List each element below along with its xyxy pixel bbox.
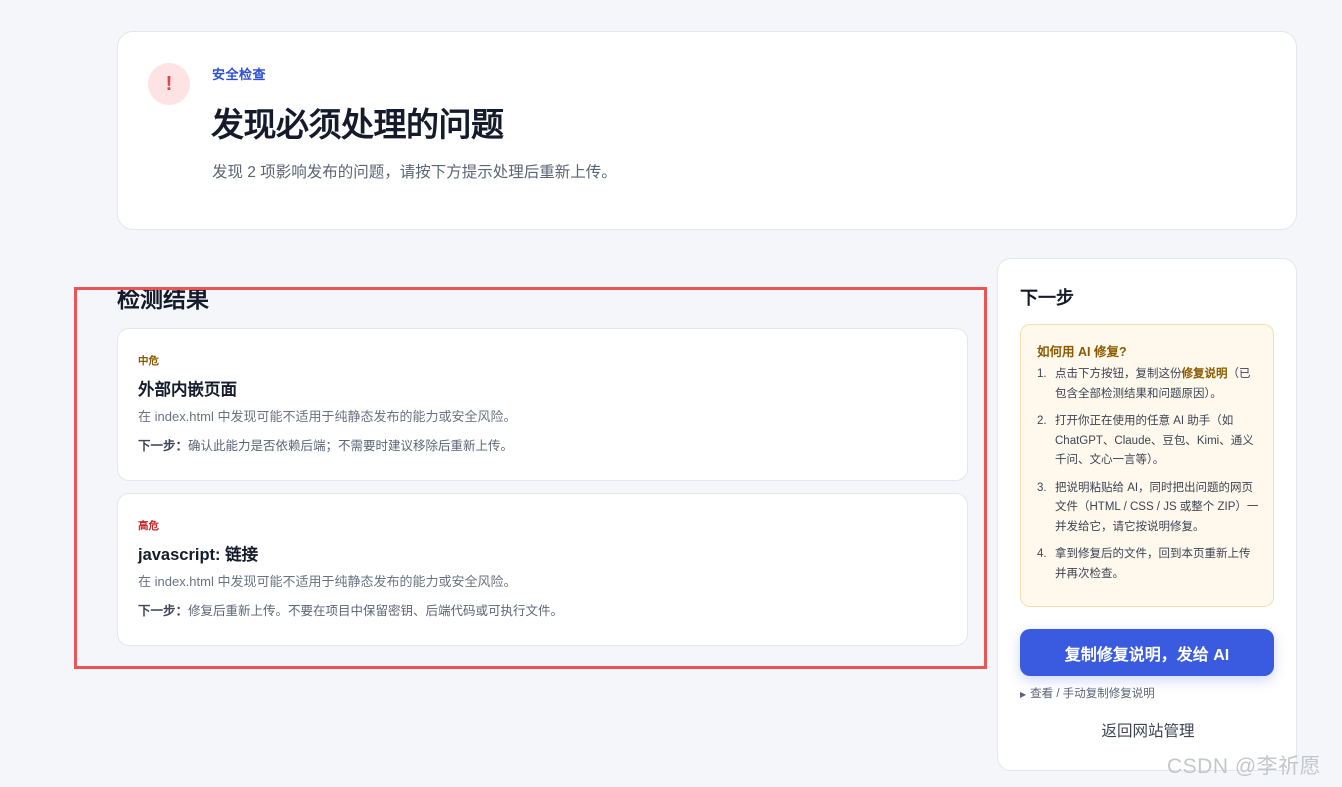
page-title: 发现必须处理的问题 — [211, 106, 504, 143]
ai-fix-howto-box: 如何用 AI 修复? 1. 点击下方按钮，复制这份修复说明（已包含全部检测结果和问… — [1020, 324, 1274, 607]
next-step-text: 修复后重新上传。不要在项目中保留密钥、后端代码或可执行文件。 — [188, 604, 564, 618]
issue-description: 在 index.html 中发现可能不适用于纯静态发布的能力或安全风险。 — [138, 409, 517, 424]
howto-steps: 1. 点击下方按钮，复制这份修复说明（已包含全部检测结果和问题原因）。 2. 打开你… — [1037, 365, 1261, 592]
next-step-label: 下一步： — [138, 439, 189, 453]
back-to-site-management-link[interactable]: 返回网站管理 — [998, 719, 1298, 741]
exclamation-icon: ! — [148, 63, 190, 105]
page-subtitle: 发现 2 项影响发布的问题，请按下方提示处理后重新上传。 — [212, 164, 617, 181]
howto-step: 2. 打开你正在使用的任意 AI 助手（如 ChatGPT、Claude、豆包、K… — [1037, 415, 1254, 466]
csdn-watermark: CSDN @李祈愿 — [1167, 755, 1322, 778]
next-step-text: 确认此能力是否依赖后端；不需要时建议移除后重新上传。 — [188, 439, 514, 453]
howto-step: 3. 把说明粘贴给 AI，同时把出问题的网页文件（HTML / CSS / JS … — [1037, 481, 1259, 533]
severity-badge-medium: 中危 — [138, 355, 159, 367]
issue-description: 在 index.html 中发现可能不适用于纯静态发布的能力或安全风险。 — [138, 574, 517, 589]
severity-badge-high: 高危 — [138, 520, 159, 532]
section-eyebrow: 安全检查 — [212, 67, 267, 82]
issue-next-step: 下一步：修复后重新上传。不要在项目中保留密钥、后端代码或可执行文件。 — [138, 600, 563, 619]
issue-card: 中危 外部内嵌页面 在 index.html 中发现可能不适用于纯静态发布的能力… — [117, 328, 968, 481]
page: ! 安全检查 发现必须处理的问题 发现 2 项影响发布的问题，请按下方提示处理后… — [0, 0, 1342, 787]
alert-header-card: ! 安全检查 发现必须处理的问题 发现 2 项影响发布的问题，请按下方提示处理后… — [117, 31, 1297, 230]
howto-step: 4. 拿到修复后的文件，回到本页重新上传并再次检查。 — [1037, 548, 1251, 580]
issue-next-step: 下一步：确认此能力是否依赖后端；不需要时建议移除后重新上传。 — [138, 435, 513, 454]
issue-title: 外部内嵌页面 — [138, 381, 237, 399]
copy-fix-instructions-button[interactable]: 复制修复说明，发给 AI — [1020, 629, 1274, 676]
issue-title: javascript: 链接 — [138, 546, 259, 564]
manual-copy-label: 查看 / 手动复制修复说明 — [1030, 688, 1155, 700]
howto-step: 1. 点击下方按钮，复制这份修复说明（已包含全部检测结果和问题原因）。 — [1037, 368, 1251, 400]
side-panel-title: 下一步 — [1020, 288, 1074, 308]
next-step-label: 下一步： — [138, 604, 189, 618]
manual-copy-toggle[interactable]: ▶ 查看 / 手动复制修复说明 — [1020, 685, 1155, 701]
results-title: 检测结果 — [117, 286, 209, 312]
issue-card: 高危 javascript: 链接 在 index.html 中发现可能不适用于… — [117, 493, 968, 646]
next-steps-panel: 下一步 如何用 AI 修复? 1. 点击下方按钮，复制这份修复说明（已包含全部检测… — [997, 258, 1297, 771]
caret-right-icon: ▶ — [1020, 690, 1027, 699]
howto-title: 如何用 AI 修复? — [1037, 345, 1127, 359]
